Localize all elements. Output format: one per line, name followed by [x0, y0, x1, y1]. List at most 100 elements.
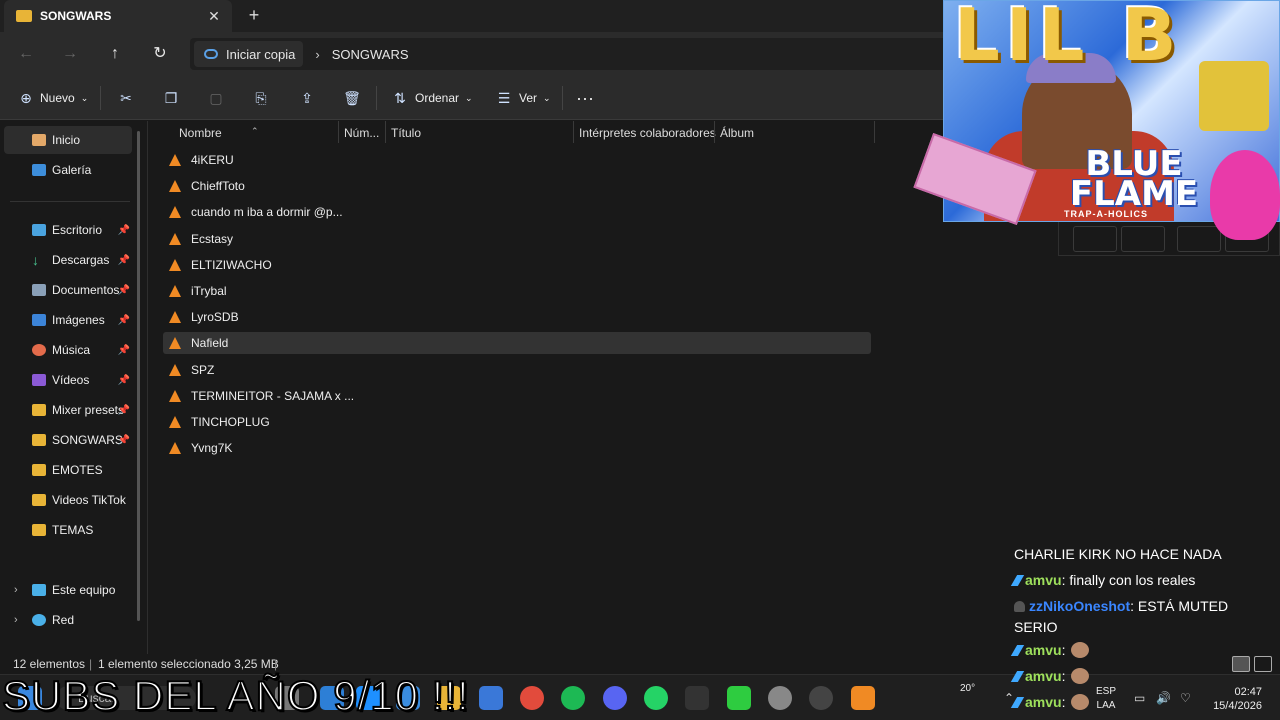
- breadcrumb[interactable]: Iniciar copia › SONGWARS: [190, 38, 950, 70]
- pc-icon: [32, 584, 46, 596]
- cut-button[interactable]: ✂: [116, 88, 136, 108]
- vlc-file-icon: [169, 232, 181, 245]
- sidebar-item-videos-tiktok[interactable]: Videos TikTok: [4, 486, 132, 514]
- rename-button[interactable]: ⎘: [251, 88, 271, 108]
- expand-chevron-icon[interactable]: ›: [14, 584, 18, 596]
- sidebar-item-label: TEMAS: [52, 523, 94, 537]
- pin-icon: 📌: [117, 374, 130, 386]
- column-divider[interactable]: [714, 121, 715, 143]
- sidebar-item-vídeos[interactable]: Vídeos 📌: [4, 366, 132, 394]
- stream-chat: CHARLIE KIRK NO HACE NADA amvu: finally c…: [1010, 534, 1254, 720]
- file-row[interactable]: Nafield: [163, 332, 871, 355]
- overlay-button: [1121, 226, 1165, 252]
- chevron-down-icon: ⌄: [80, 92, 89, 103]
- sidebar-item-galería[interactable]: Galería: [4, 156, 132, 184]
- vlc-icon[interactable]: [851, 686, 875, 710]
- file-row[interactable]: ChieffToto: [163, 175, 871, 197]
- file-row[interactable]: TERMINEITOR - SAJAMA x ...: [163, 385, 871, 407]
- vlc-file-icon: [169, 154, 181, 166]
- sidebar-item-label: Videos TikTok: [52, 493, 126, 507]
- obs-icon[interactable]: [809, 686, 833, 710]
- new-button[interactable]: ⊕ Nuevo ⌄: [16, 88, 88, 108]
- breadcrumb-current[interactable]: SONGWARS: [332, 47, 409, 62]
- more-options-button[interactable]: ···: [576, 88, 594, 108]
- ellipsis-icon: ···: [576, 87, 594, 108]
- tab-songwars[interactable]: SONGWARS ✕: [4, 0, 232, 32]
- sidebar-item-imágenes[interactable]: Imágenes 📌: [4, 306, 132, 334]
- sidebar-item-documentos[interactable]: Documentos 📌: [4, 276, 132, 304]
- file-row[interactable]: cuando m iba a dormir @p...: [163, 201, 871, 223]
- file-row[interactable]: ELTIZIWACHO: [163, 254, 871, 276]
- spotify-icon[interactable]: [561, 686, 585, 710]
- sidebar-item-música[interactable]: Música 📌: [4, 336, 132, 364]
- sidebar-item-inicio[interactable]: Inicio: [4, 126, 132, 154]
- file-row[interactable]: Yvng7K: [163, 437, 871, 459]
- sidebar-item-label: Vídeos: [52, 373, 90, 387]
- logitech-icon[interactable]: [685, 686, 709, 710]
- new-tab-button[interactable]: +: [244, 5, 264, 26]
- view-icon: ☰: [497, 89, 511, 106]
- sidebar-item-descargas[interactable]: ↓ Descargas 📌: [4, 246, 132, 274]
- column-album[interactable]: Álbum: [720, 126, 754, 140]
- folder-icon: [32, 494, 46, 506]
- copy-button[interactable]: ❐: [161, 88, 181, 108]
- chat-username[interactable]: amvu: [1025, 572, 1062, 588]
- chat-username[interactable]: amvu: [1025, 694, 1062, 710]
- sidebar-item-este-equipo[interactable]: › Este equipo: [4, 576, 132, 604]
- column-divider[interactable]: [385, 121, 386, 143]
- sidebar-item-mixer-presets[interactable]: Mixer presets 📌: [4, 396, 132, 424]
- forward-button[interactable]: →: [58, 42, 82, 66]
- breadcrumb-root[interactable]: Iniciar copia: [194, 41, 304, 67]
- tiles-view-icon[interactable]: [1254, 656, 1272, 672]
- sidebar-scrollbar[interactable]: [137, 131, 140, 621]
- scissors-icon: ✂: [120, 89, 132, 106]
- file-row[interactable]: iTrybal: [163, 280, 871, 302]
- chrome-icon[interactable]: [520, 686, 544, 710]
- vlc-file-icon: [169, 389, 181, 402]
- file-name: Ecstasy: [191, 231, 234, 246]
- sidebar-item-temas[interactable]: TEMAS: [4, 516, 132, 544]
- chat-username[interactable]: zzNikoOneshot: [1029, 598, 1130, 614]
- vlc-file-icon: [169, 206, 181, 219]
- store-icon[interactable]: [479, 686, 503, 710]
- settings-icon[interactable]: [768, 686, 792, 710]
- chat-text: CHARLIE KIRK NO HACE NADA: [1014, 546, 1222, 562]
- sidebar-item-label: Música: [52, 343, 91, 357]
- file-row[interactable]: SPZ: [163, 359, 871, 381]
- kick-icon[interactable]: [727, 686, 751, 710]
- column-divider[interactable]: [573, 121, 574, 143]
- share-button[interactable]: ⇪: [297, 88, 317, 108]
- column-divider[interactable]: [338, 121, 339, 143]
- view-button[interactable]: ☰ Ver ⌄: [494, 88, 551, 108]
- up-button[interactable]: ↑: [103, 42, 127, 66]
- back-button[interactable]: ←: [14, 42, 38, 66]
- file-row[interactable]: Ecstasy: [163, 228, 871, 250]
- temperature: 20°: [960, 683, 976, 694]
- column-divider[interactable]: [874, 121, 875, 143]
- refresh-button[interactable]: ↻: [148, 42, 172, 66]
- art-jersey: [1199, 61, 1269, 131]
- sidebar-item-escritorio[interactable]: Escritorio 📌: [4, 216, 132, 244]
- column-nombre[interactable]: Nombre: [179, 126, 222, 140]
- sidebar-item-emotes[interactable]: EMOTES: [4, 456, 132, 484]
- column-numero[interactable]: Núm...: [344, 126, 379, 140]
- file-row[interactable]: LyroSDB: [163, 306, 871, 328]
- expand-chevron-icon[interactable]: ›: [14, 614, 18, 626]
- whatsapp-icon[interactable]: [644, 686, 668, 710]
- sidebar-item-songwars[interactable]: SONGWARS 📌: [4, 426, 132, 454]
- column-titulo[interactable]: Título: [391, 126, 421, 140]
- discord-icon[interactable]: [603, 686, 627, 710]
- column-interpretes[interactable]: Intérpretes colaboradores: [579, 126, 716, 140]
- delete-button[interactable]: 🗑: [342, 88, 362, 108]
- sidebar-divider: [10, 201, 130, 202]
- chat-username[interactable]: amvu: [1025, 668, 1062, 684]
- sidebar-item-red[interactable]: › Red: [4, 606, 132, 634]
- sort-button[interactable]: ⇅ Ordenar ⌄: [390, 88, 472, 108]
- pin-icon: 📌: [117, 254, 130, 266]
- chat-username[interactable]: amvu: [1025, 642, 1062, 658]
- close-tab-icon[interactable]: ✕: [204, 8, 224, 25]
- paste-button[interactable]: ▢: [206, 88, 226, 108]
- file-row[interactable]: 4iKERU: [163, 149, 871, 171]
- vlc-file-icon: [169, 180, 181, 193]
- file-row[interactable]: TINCHOPLUG: [163, 411, 871, 433]
